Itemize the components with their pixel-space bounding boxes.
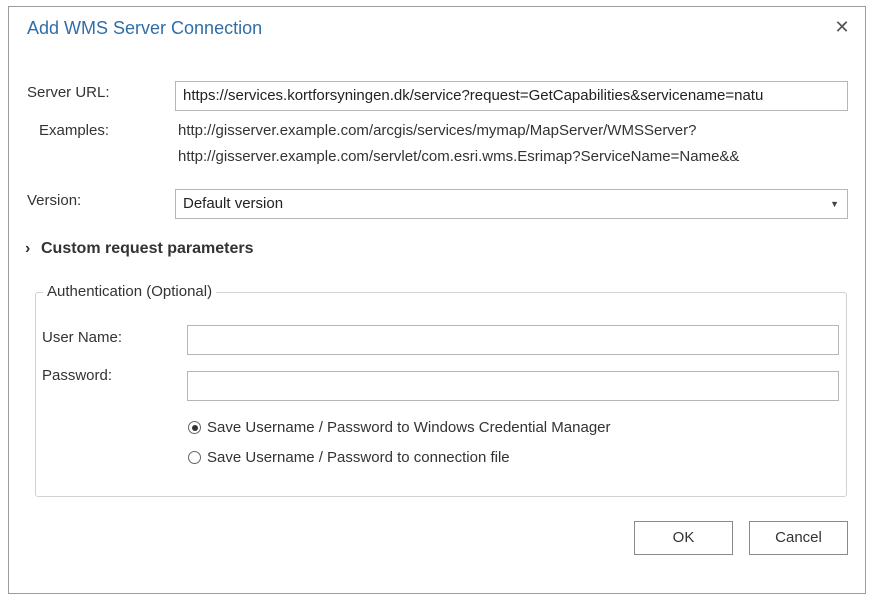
example-url-1: http://gisserver.example.com/arcgis/serv… bbox=[178, 122, 697, 139]
chevron-down-icon: ▼ bbox=[830, 199, 839, 209]
radio-checked-icon bbox=[188, 421, 201, 434]
password-label: Password: bbox=[42, 367, 113, 384]
examples-label: Examples: bbox=[39, 122, 110, 139]
save-to-connection-file-label: Save Username / Password to connection f… bbox=[207, 449, 510, 466]
custom-request-parameters-label: Custom request parameters bbox=[41, 240, 254, 257]
save-to-credential-manager-radio[interactable]: Save Username / Password to Windows Cred… bbox=[188, 419, 611, 436]
version-select[interactable]: Default version ▼ bbox=[175, 189, 848, 219]
radio-unchecked-icon bbox=[188, 451, 201, 464]
version-label: Version: bbox=[27, 192, 82, 209]
password-input[interactable] bbox=[187, 371, 839, 401]
example-url-2: http://gisserver.example.com/servlet/com… bbox=[178, 148, 740, 165]
username-label: User Name: bbox=[42, 329, 123, 346]
ok-button[interactable]: OK bbox=[634, 521, 733, 555]
username-input[interactable] bbox=[187, 325, 839, 355]
dialog-title: Add WMS Server Connection bbox=[27, 18, 263, 38]
chevron-right-icon: › bbox=[25, 240, 31, 257]
server-url-label: Server URL: bbox=[27, 84, 110, 101]
server-url-input[interactable]: https://services.kortforsyningen.dk/serv… bbox=[175, 81, 848, 111]
save-to-credential-manager-label: Save Username / Password to Windows Cred… bbox=[207, 419, 611, 436]
custom-request-parameters-expander[interactable]: › Custom request parameters bbox=[25, 240, 254, 258]
version-select-value: Default version bbox=[183, 195, 284, 212]
cancel-button[interactable]: Cancel bbox=[749, 521, 848, 555]
close-icon[interactable]: ✕ bbox=[831, 16, 853, 38]
authentication-group-legend: Authentication (Optional) bbox=[43, 283, 217, 300]
save-to-connection-file-radio[interactable]: Save Username / Password to connection f… bbox=[188, 449, 510, 466]
add-wms-dialog: Add WMS Server Connection ✕ Server URL: … bbox=[8, 6, 866, 594]
